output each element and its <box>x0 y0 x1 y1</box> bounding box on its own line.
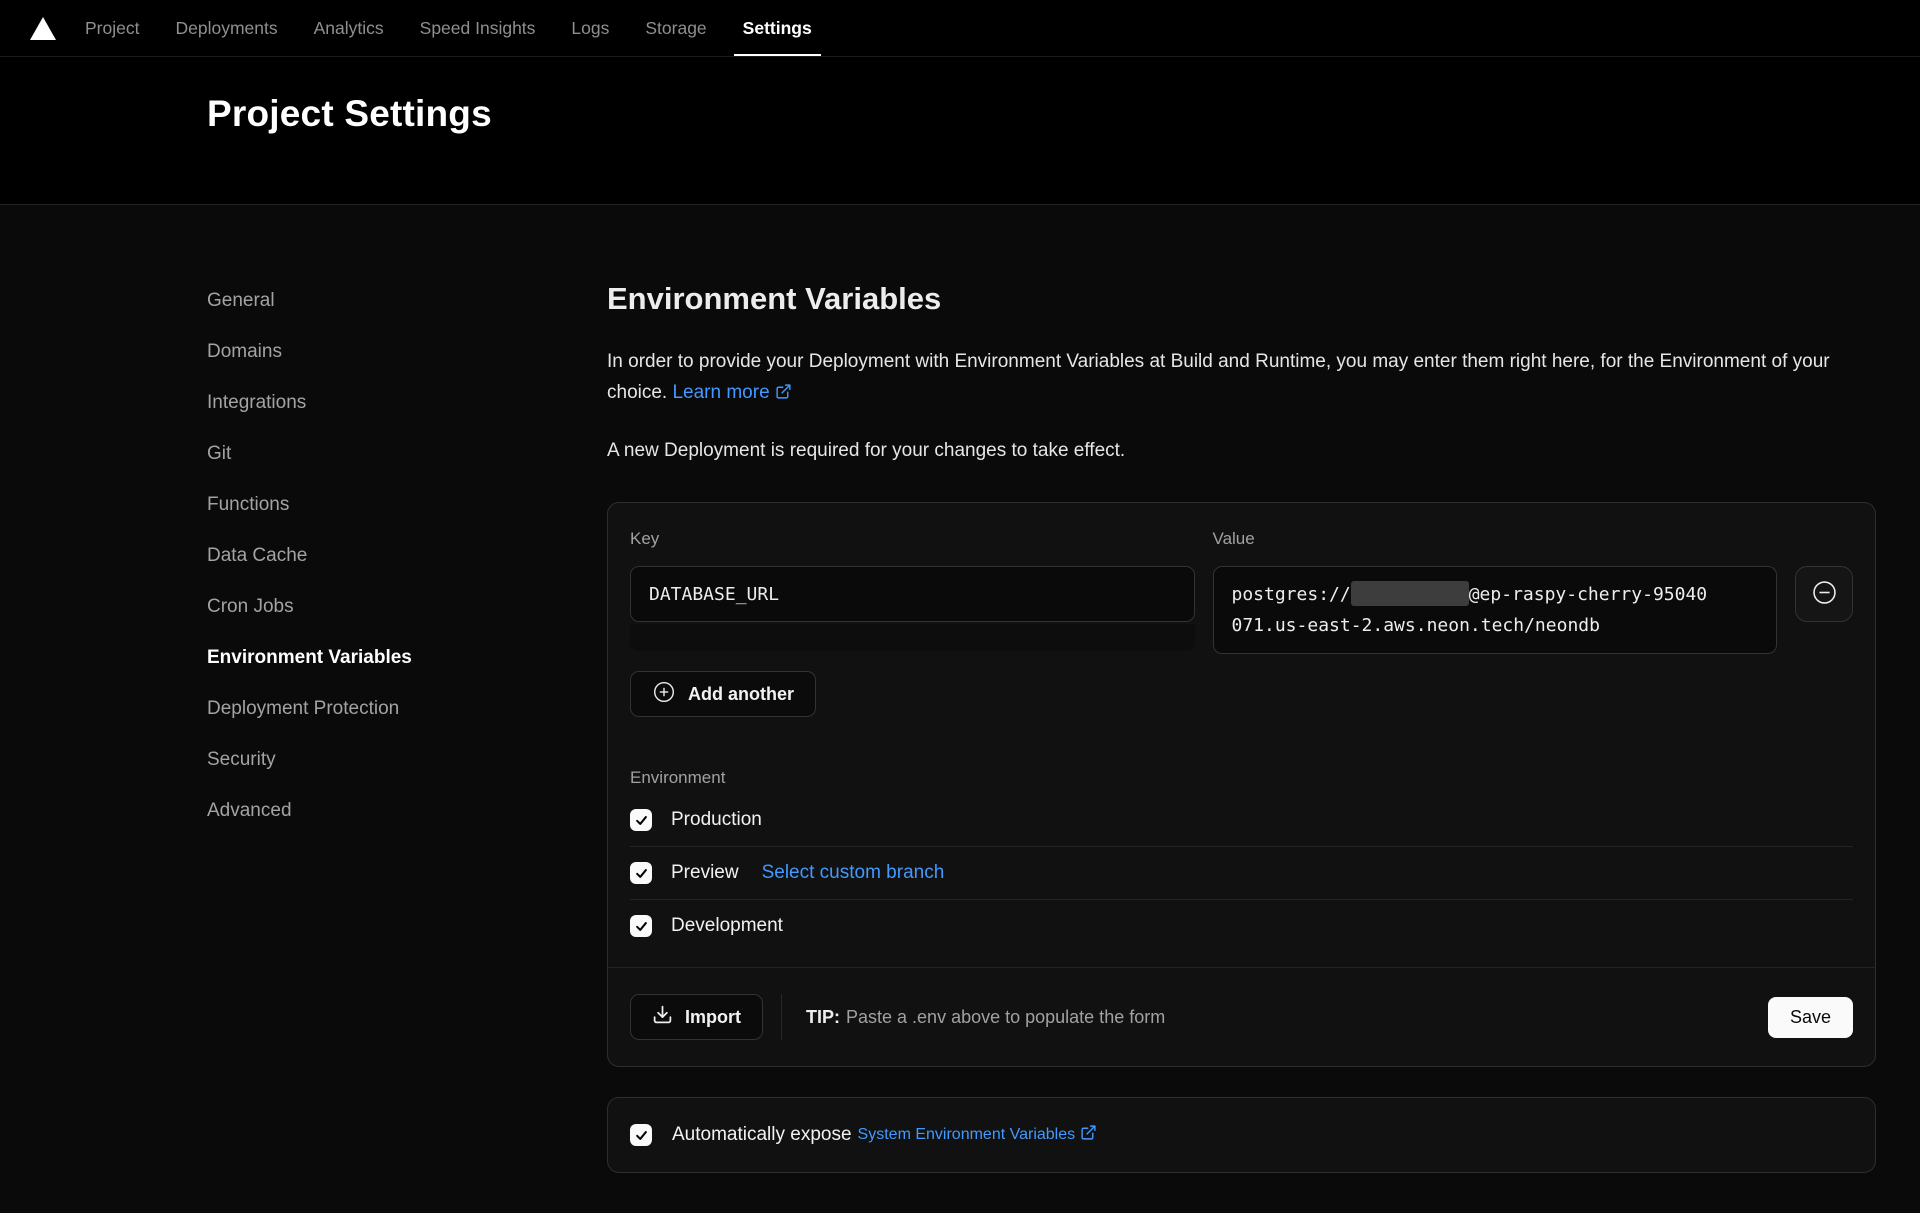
nav-tab-speed-insights[interactable]: Speed Insights <box>411 0 545 56</box>
page-header: Project Settings <box>0 57 1920 205</box>
preview-checkbox[interactable] <box>630 862 652 884</box>
nav-tab-project[interactable]: Project <box>76 0 148 56</box>
sidebar-item-deployment-protection[interactable]: Deployment Protection <box>207 698 399 720</box>
key-label: Key <box>630 529 1195 549</box>
nav-tab-storage[interactable]: Storage <box>636 0 715 56</box>
sidebar-item-security[interactable]: Security <box>207 749 276 771</box>
top-nav: Project Deployments Analytics Speed Insi… <box>0 0 1920 57</box>
key-field-wrap <box>630 566 1195 651</box>
add-another-label: Add another <box>688 684 794 705</box>
env-row-production: Production <box>630 794 1853 847</box>
system-env-vars-link[interactable]: System Environment Variables <box>858 1124 1098 1146</box>
development-checkbox[interactable] <box>630 915 652 937</box>
download-icon <box>652 1004 673 1030</box>
add-another-button[interactable]: Add another <box>630 671 816 717</box>
nav-tab-deployments[interactable]: Deployments <box>166 0 286 56</box>
page-title: Project Settings <box>207 93 1920 135</box>
production-checkbox[interactable] <box>630 809 652 831</box>
production-label: Production <box>671 809 762 831</box>
value-label: Value <box>1213 529 1778 549</box>
remove-row-button[interactable] <box>1795 566 1853 622</box>
sidebar-item-data-cache[interactable]: Data Cache <box>207 545 307 567</box>
select-custom-branch-link[interactable]: Select custom branch <box>762 862 945 884</box>
env-vars-card: Key Value postgres:// @ep-raspy-cherry-95… <box>607 502 1876 1067</box>
key-input[interactable] <box>630 566 1195 622</box>
environment-label: Environment <box>630 768 1853 788</box>
page-body: General Domains Integrations Git Functio… <box>0 205 1920 1213</box>
circle-minus-icon <box>1811 579 1838 609</box>
sidebar-item-functions[interactable]: Functions <box>207 494 289 516</box>
redeploy-note: A new Deployment is required for your ch… <box>607 435 1876 466</box>
import-button[interactable]: Import <box>630 994 763 1040</box>
save-button[interactable]: Save <box>1768 997 1853 1038</box>
value-text-host: @ep-raspy-cherry-95040 <box>1469 584 1707 605</box>
learn-more-label: Learn more <box>672 382 769 403</box>
key-input-shadow <box>630 624 1195 651</box>
external-link-icon <box>1080 1124 1097 1146</box>
external-link-icon <box>775 379 792 410</box>
sidebar-item-advanced[interactable]: Advanced <box>207 800 292 822</box>
import-label: Import <box>685 1007 741 1028</box>
auto-expose-text: Automatically expose <box>672 1124 852 1146</box>
section-description: In order to provide your Deployment with… <box>607 346 1876 410</box>
tip-body: Paste a .env above to populate the form <box>846 1007 1165 1027</box>
auto-expose-card: Automatically expose System Environment … <box>607 1097 1876 1173</box>
redacted-credentials-block <box>1351 581 1469 606</box>
sidebar-item-environment-variables[interactable]: Environment Variables <box>207 647 412 669</box>
nav-tab-logs[interactable]: Logs <box>562 0 618 56</box>
value-text-line2: 071.us-east-2.aws.neon.tech/neondb <box>1232 615 1600 636</box>
env-row-preview: Preview Select custom branch <box>630 847 1853 900</box>
vercel-logo-icon[interactable] <box>30 0 56 56</box>
section-title: Environment Variables <box>607 281 1876 317</box>
environment-section: Environment Production Preview Select cu… <box>630 768 1853 952</box>
tip-text: TIP: Paste a .env above to populate the f… <box>806 1007 1165 1028</box>
nav-tab-settings[interactable]: Settings <box>734 0 821 56</box>
sidebar-item-git[interactable]: Git <box>207 443 231 465</box>
nav-tab-analytics[interactable]: Analytics <box>305 0 393 56</box>
settings-sidebar: General Domains Integrations Git Functio… <box>207 205 607 1173</box>
sidebar-item-domains[interactable]: Domains <box>207 341 282 363</box>
circle-plus-icon <box>652 680 676 709</box>
auto-expose-checkbox[interactable] <box>630 1124 652 1146</box>
learn-more-link[interactable]: Learn more <box>672 382 791 403</box>
sidebar-item-integrations[interactable]: Integrations <box>207 392 306 414</box>
system-env-vars-label: System Environment Variables <box>858 1126 1076 1143</box>
sidebar-item-general[interactable]: General <box>207 290 275 312</box>
preview-label: Preview <box>671 862 739 884</box>
footer-divider <box>781 994 782 1040</box>
project-nav: Project Deployments Analytics Speed Insi… <box>76 0 839 56</box>
main-content: Environment Variables In order to provid… <box>607 205 1876 1173</box>
development-label: Development <box>671 915 783 937</box>
tip-label: TIP: <box>806 1007 840 1027</box>
env-row-development: Development <box>630 900 1853 952</box>
card-footer: Import TIP: Paste a .env above to populat… <box>608 967 1875 1066</box>
value-text-prefix: postgres:// <box>1232 584 1351 605</box>
value-input[interactable]: postgres:// @ep-raspy-cherry-95040 071.us… <box>1213 566 1778 654</box>
sidebar-item-cron-jobs[interactable]: Cron Jobs <box>207 596 294 618</box>
